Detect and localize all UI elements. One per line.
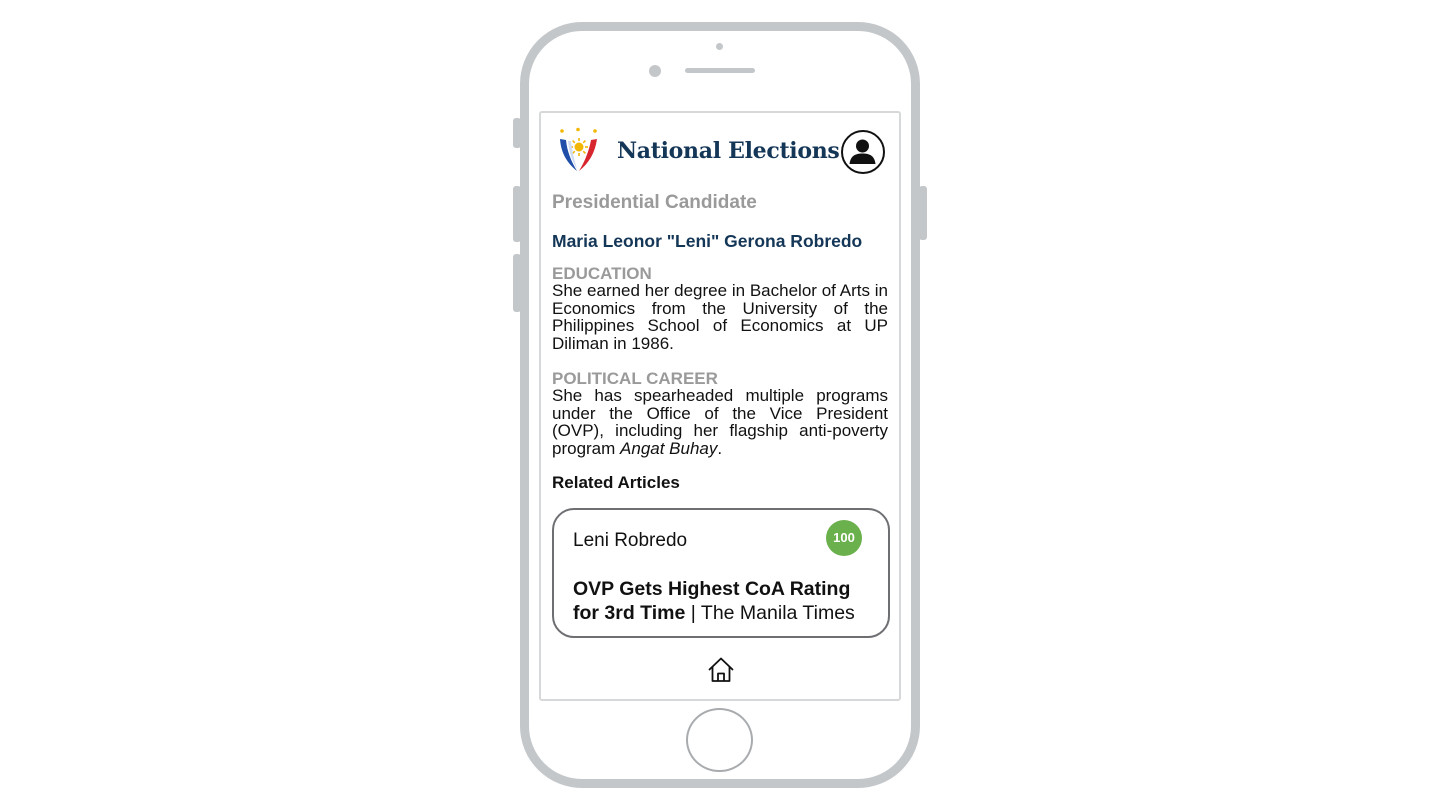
section-title: Presidential Candidate bbox=[552, 192, 757, 213]
phone-sensor bbox=[716, 43, 723, 50]
user-profile-icon[interactable] bbox=[841, 130, 885, 174]
political-career-text-end: . bbox=[717, 438, 723, 458]
app-title: National Elections bbox=[617, 138, 840, 164]
score-badge: 100 bbox=[826, 520, 862, 556]
education-label: EDUCATION bbox=[552, 264, 652, 283]
phone-speaker bbox=[685, 68, 755, 73]
article-separator: | bbox=[685, 602, 701, 624]
article-card[interactable]: Leni Robredo 100 OVP Gets Highest CoA Ra… bbox=[552, 508, 890, 638]
philippine-sun-logo-icon bbox=[555, 127, 601, 175]
article-candidate: Leni Robredo bbox=[573, 530, 688, 551]
candidate-name: Maria Leonor "Leni" Gerona Robredo bbox=[552, 231, 863, 251]
article-source: The Manila Times bbox=[700, 602, 855, 624]
stage: National Elections Presidential Candidat… bbox=[0, 0, 1440, 811]
phone-power-button bbox=[919, 186, 927, 240]
political-career-text: She has spearheaded multiple programs un… bbox=[552, 387, 888, 457]
phone-home-button[interactable] bbox=[686, 708, 753, 772]
education-section: EDUCATION She earned her degree in Bache… bbox=[552, 265, 888, 352]
app-screen: National Elections Presidential Candidat… bbox=[539, 111, 901, 701]
home-icon[interactable] bbox=[706, 655, 736, 685]
phone-front-camera bbox=[649, 65, 661, 77]
article-headline[interactable]: OVP Gets Highest CoA Rating for 3rd Time… bbox=[573, 577, 878, 625]
political-career-label: POLITICAL CAREER bbox=[552, 369, 718, 388]
education-text: She earned her degree in Bachelor of Art… bbox=[552, 281, 888, 353]
program-name: Angat Buhay bbox=[620, 438, 718, 458]
political-career-section: POLITICAL CAREER She has spearheaded mul… bbox=[552, 370, 888, 457]
app-header: National Elections bbox=[541, 113, 899, 197]
related-articles-title: Related Articles bbox=[552, 473, 680, 492]
candidate-profile: Presidential Candidate Maria Leonor "Len… bbox=[552, 190, 888, 493]
